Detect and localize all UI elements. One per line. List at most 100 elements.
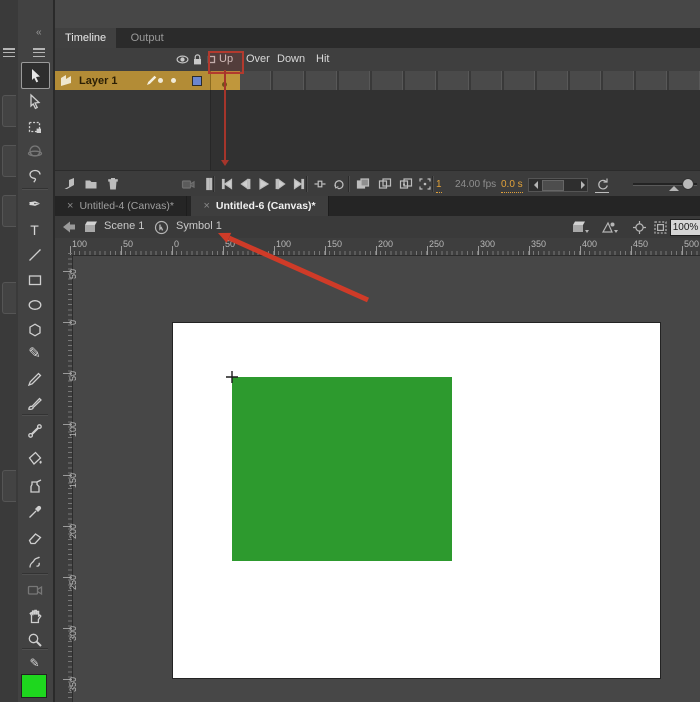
step-forward-button[interactable] [274, 176, 288, 192]
pen-tool[interactable]: ✒ [21, 192, 48, 217]
go-to-first-frame-button[interactable] [220, 176, 234, 192]
frames-empty-area [210, 90, 700, 170]
ruler-label: 100 [72, 239, 87, 249]
close-tab-icon[interactable]: × [203, 200, 209, 212]
edit-multiple-frames-button[interactable] [399, 176, 413, 192]
tab-timeline[interactable]: Timeline [55, 28, 116, 48]
stroke-color-tool[interactable]: ✎ [21, 650, 48, 675]
document-tab-untitled-6[interactable]: × Untitled-6 (Canvas)* [191, 196, 328, 216]
ruler-label: 0 [68, 320, 78, 325]
ruler-tick [631, 246, 632, 255]
tools-panel-menu-icon[interactable] [33, 48, 45, 57]
playhead-line[interactable] [224, 70, 226, 162]
panel-menu-icon[interactable] [3, 48, 15, 57]
camera-tool[interactable] [21, 577, 48, 602]
scroll-left-icon[interactable] [530, 181, 538, 189]
frame-grid[interactable] [240, 71, 700, 91]
toolbar-divider [22, 648, 48, 650]
eraser-tool[interactable] [21, 525, 48, 550]
polystar-tool[interactable] [21, 317, 48, 342]
ruler-label: 0 [174, 239, 179, 249]
bone-tool[interactable] [21, 418, 48, 443]
oval-tool[interactable] [21, 292, 48, 317]
center-stage-icon[interactable] [632, 220, 647, 234]
scroll-right-icon[interactable] [581, 181, 589, 189]
layer-row[interactable]: Layer 1 [55, 71, 210, 90]
lock-layers-icon[interactable] [191, 53, 204, 66]
text-tool[interactable]: T [21, 217, 48, 242]
breadcrumb-scene[interactable]: Scene 1 [104, 220, 144, 232]
ruler-label: 50 [68, 371, 78, 381]
ruler-tick [580, 246, 581, 255]
collapse-panel-icon[interactable]: « [36, 27, 41, 38]
ruler-label: 400 [582, 239, 597, 249]
reset-timeline-zoom-button[interactable] [595, 176, 609, 193]
docked-panel-edge[interactable] [2, 195, 16, 227]
docked-panel-edge[interactable] [2, 145, 16, 177]
layer-visibility-dots[interactable] [158, 78, 176, 83]
loop-button[interactable] [332, 176, 346, 192]
docked-panel-edge[interactable] [2, 470, 16, 502]
ink-bottle-tool[interactable] [21, 473, 48, 498]
clip-content-icon[interactable] [653, 220, 668, 234]
hand-tool[interactable] [21, 603, 48, 628]
ruler-label: 350 [68, 677, 78, 692]
docked-panel-edge[interactable] [2, 282, 16, 314]
green-rectangle-shape[interactable] [232, 377, 452, 561]
ruler-tick [63, 475, 72, 476]
close-tab-icon[interactable]: × [67, 200, 73, 212]
lasso-tool[interactable] [21, 164, 48, 189]
layer-name[interactable]: Layer 1 [79, 75, 118, 87]
pencil-tool[interactable]: ✎ [21, 341, 48, 366]
width-tool[interactable] [21, 549, 48, 574]
edit-scene-icon[interactable] [572, 220, 587, 234]
fill-color-swatch[interactable] [21, 674, 47, 698]
docked-panel-edge[interactable] [2, 95, 16, 127]
onion-skin-outlines-button[interactable] [378, 176, 392, 192]
play-button[interactable] [256, 176, 270, 192]
onion-skin-button[interactable] [356, 176, 370, 192]
paint-bucket-tool[interactable] [21, 445, 48, 470]
classic-brush-tool[interactable] [21, 366, 48, 391]
timeline-scrollbar[interactable] [528, 178, 588, 192]
layer-icon [60, 74, 75, 87]
ruler-label: 150 [68, 473, 78, 488]
frame-label-down[interactable]: Down [277, 53, 305, 65]
stage-zoom-input[interactable]: 100% [670, 219, 700, 236]
frame-label-over[interactable]: Over [246, 53, 270, 65]
step-back-button[interactable] [238, 176, 252, 192]
camera-button[interactable] [181, 176, 195, 192]
frame-label-hit[interactable]: Hit [316, 53, 329, 65]
breadcrumb-symbol[interactable]: Symbol 1 [176, 220, 222, 232]
current-frame-value[interactable]: 1 [436, 176, 442, 193]
center-frame-button[interactable] [313, 176, 327, 192]
new-folder-button[interactable] [84, 176, 98, 192]
document-tab-untitled-4[interactable]: × Untitled-4 (Canvas)* [55, 196, 187, 216]
layer-outline-color[interactable] [192, 76, 202, 86]
selection-tool[interactable] [21, 62, 50, 89]
ruler-label: 100 [276, 239, 291, 249]
subselection-tool[interactable] [21, 89, 48, 114]
ruler-tick [63, 424, 72, 425]
free-transform-tool[interactable] [21, 114, 48, 139]
delete-layer-button[interactable] [106, 176, 120, 192]
timeline-tab-bar: Timeline Output [55, 28, 700, 48]
new-layer-button[interactable] [62, 176, 76, 192]
go-to-last-frame-button[interactable] [292, 176, 306, 192]
tab-output[interactable]: Output [121, 28, 174, 48]
toolbar-divider [22, 573, 48, 575]
frame-rate-value: 24.00 fps [455, 176, 496, 192]
elapsed-time-value[interactable]: 0.0 s [501, 176, 523, 193]
rectangle-tool[interactable] [21, 267, 48, 292]
edit-symbol-icon[interactable] [601, 220, 616, 234]
timeline-zoom-handle[interactable] [682, 178, 694, 190]
eyedropper-tool[interactable] [21, 499, 48, 524]
scrollbar-thumb[interactable] [542, 180, 564, 191]
modify-markers-button[interactable] [418, 176, 432, 192]
3d-rotation-tool[interactable] [21, 139, 48, 164]
line-tool[interactable] [21, 242, 48, 267]
back-arrow-icon[interactable] [62, 221, 77, 235]
button-symbol-icon [154, 220, 169, 234]
show-hide-layers-icon[interactable] [176, 53, 189, 66]
paint-brush-tool[interactable] [21, 390, 48, 415]
